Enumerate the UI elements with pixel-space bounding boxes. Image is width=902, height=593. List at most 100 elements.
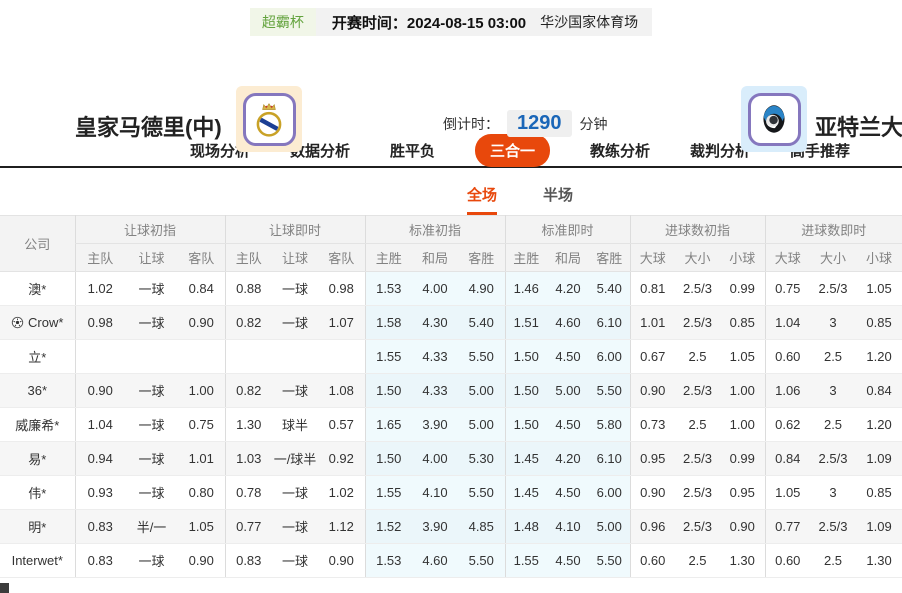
kickoff-time: 开赛时间：2024-08-15 03:00 bbox=[331, 14, 527, 32]
odds-cell-goals_live: 1.09 bbox=[856, 441, 902, 476]
table-row: 立* 1.55 4.33 5.50 1.50 4.50 6.00 0.67 2.5 1.05 0.6… bbox=[0, 339, 902, 374]
odds-cell-result_live: 1.50 bbox=[504, 407, 547, 442]
odds-cell-handicap_live: 一球 bbox=[272, 305, 318, 340]
odds-cell-goals_initial: 0.96 bbox=[629, 509, 675, 544]
away-team-logo bbox=[741, 86, 807, 152]
odds-cell-result_initial: 1.58 bbox=[364, 305, 412, 340]
odds-cell-handicap_initial: 一球 bbox=[125, 373, 178, 408]
odds-cell-result_initial: 4.00 bbox=[412, 441, 458, 476]
sub-header-handicap_live-1: 让球 bbox=[272, 243, 318, 272]
odds-cell-result_initial: 4.60 bbox=[412, 543, 458, 578]
period-tab-half-match[interactable]: 半场 bbox=[543, 168, 573, 215]
odds-cell-handicap_initial: 0.93 bbox=[74, 475, 125, 510]
odds-cell-goals_initial: 1.05 bbox=[720, 339, 766, 374]
sub-header-goals_live-0: 大球 bbox=[764, 243, 811, 272]
odds-cell-goals_live: 1.06 bbox=[764, 373, 811, 408]
odds-cell-handicap_live: 0.57 bbox=[318, 407, 365, 442]
odds-cell-handicap_initial bbox=[125, 339, 178, 374]
sub-header-handicap_live-2: 客队 bbox=[318, 243, 365, 272]
odds-cell-result_initial: 1.55 bbox=[364, 475, 412, 510]
odds-cell-handicap_live: 0.88 bbox=[224, 271, 272, 306]
group-header-goals_initial: 进球数初指 bbox=[629, 215, 766, 244]
odds-cell-goals_live: 0.85 bbox=[856, 305, 902, 340]
odds-cell-result_live: 5.00 bbox=[589, 509, 630, 544]
countdown-value: 1290 bbox=[507, 110, 572, 137]
table-row: 易* 0.94 一球 1.01 1.03 一/球半 0.92 1.50 4.00 5.30 1.45… bbox=[0, 441, 902, 476]
odds-cell-handicap_live: 0.77 bbox=[224, 509, 272, 544]
odds-cell-goals_initial: 0.81 bbox=[629, 271, 675, 306]
odds-cell-goals_live: 0.60 bbox=[764, 339, 811, 374]
odds-cell-result_initial: 5.50 bbox=[458, 339, 505, 374]
company-cell: Interwet* bbox=[0, 543, 75, 578]
sub-header-result_live-2: 客胜 bbox=[589, 243, 630, 272]
odds-cell-handicap_initial: 一球 bbox=[125, 305, 178, 340]
odds-cell-goals_live: 1.20 bbox=[856, 407, 902, 442]
match-info-bar-wrap: 超霸杯 开赛时间：2024-08-15 03:00 华沙国家体育场 bbox=[0, 8, 902, 36]
odds-cell-goals_initial: 1.30 bbox=[720, 543, 766, 578]
nav-tab-coach-analysis[interactable]: 教练分析 bbox=[590, 140, 650, 161]
odds-cell-handicap_initial: 半/一 bbox=[125, 509, 178, 544]
odds-cell-result_live: 4.60 bbox=[547, 305, 589, 340]
odds-cell-handicap_initial bbox=[74, 339, 125, 374]
odds-cell-result_initial: 1.65 bbox=[364, 407, 412, 442]
odds-cell-handicap_live: 1.30 bbox=[224, 407, 272, 442]
sub-header-handicap_initial-1: 让球 bbox=[125, 243, 178, 272]
sub-header-result_initial-1: 和局 bbox=[412, 243, 458, 272]
odds-cell-goals_initial: 0.90 bbox=[720, 509, 766, 544]
table-row: Crow* 0.98 一球 0.90 0.82 一球 1.07 1.58 4.30 5.40 1.5… bbox=[0, 305, 902, 340]
odds-cell-handicap_live: 球半 bbox=[272, 407, 318, 442]
odds-cell-goals_live: 3 bbox=[810, 305, 857, 340]
atalanta-crest-icon bbox=[763, 105, 785, 133]
odds-cell-result_initial: 5.40 bbox=[458, 305, 505, 340]
group-header-goals_live: 进球数即时 bbox=[764, 215, 902, 244]
odds-cell-handicap_live: 0.82 bbox=[224, 373, 272, 408]
sub-header-result_live-0: 主胜 bbox=[504, 243, 547, 272]
odds-cell-result_live: 4.50 bbox=[547, 407, 589, 442]
odds-cell-handicap_initial: 0.75 bbox=[178, 407, 225, 442]
group-header-handicap_live: 让球即时 bbox=[224, 215, 365, 244]
sub-header-handicap_live-0: 主队 bbox=[224, 243, 272, 272]
odds-cell-result_live: 1.45 bbox=[504, 441, 547, 476]
group-header-result_initial: 标准初指 bbox=[364, 215, 505, 244]
company-cell: Crow* bbox=[0, 305, 75, 340]
odds-cell-goals_initial: 0.95 bbox=[720, 475, 766, 510]
nav-tab-win-draw-loss[interactable]: 胜平负 bbox=[390, 140, 435, 161]
odds-cell-handicap_initial: 一球 bbox=[125, 271, 178, 306]
odds-cell-handicap_initial bbox=[178, 339, 225, 374]
odds-cell-goals_live: 0.75 bbox=[764, 271, 811, 306]
odds-table: 公司 让球初指 让球即时 标准初指 标准即时 进球数初指 进球数即时 主队 让球 客队 主队 让球 客队… bbox=[0, 215, 902, 578]
odds-cell-goals_live: 2.5 bbox=[810, 339, 857, 374]
countdown-label: 倒计时： bbox=[443, 115, 499, 132]
table-row: 澳* 1.02 一球 0.84 0.88 一球 0.98 1.53 4.00 4.90 1.46 4.… bbox=[0, 271, 902, 306]
odds-cell-result_live: 6.00 bbox=[589, 339, 630, 374]
odds-cell-handicap_live bbox=[272, 339, 318, 374]
table-row: 明* 0.83 半/一 1.05 0.77 一球 1.12 1.52 3.90 4.85 1.48 4… bbox=[0, 509, 902, 544]
odds-cell-goals_live: 3 bbox=[810, 475, 857, 510]
nav-tab-three-in-one[interactable]: 三合一 bbox=[474, 133, 550, 167]
odds-cell-result_initial: 4.85 bbox=[458, 509, 505, 544]
odds-cell-goals_live: 0.84 bbox=[764, 441, 811, 476]
odds-cell-handicap_initial: 0.90 bbox=[178, 305, 225, 340]
odds-cell-goals_initial: 2.5/3 bbox=[675, 373, 720, 408]
odds-cell-handicap_initial: 0.80 bbox=[178, 475, 225, 510]
odds-cell-goals_live: 3 bbox=[810, 373, 857, 408]
odds-cell-result_initial: 1.50 bbox=[364, 441, 412, 476]
odds-cell-result_initial: 1.53 bbox=[364, 543, 412, 578]
odds-cell-handicap_live: 一/球半 bbox=[272, 441, 318, 476]
odds-cell-handicap_live: 0.82 bbox=[224, 305, 272, 340]
odds-cell-result_initial: 5.50 bbox=[458, 475, 505, 510]
odds-cell-goals_initial: 2.5 bbox=[675, 407, 720, 442]
odds-cell-goals_live: 0.85 bbox=[856, 475, 902, 510]
odds-cell-handicap_initial: 一球 bbox=[125, 407, 178, 442]
period-tab-full-match[interactable]: 全场 bbox=[466, 168, 497, 215]
company-name: 澳* bbox=[28, 282, 47, 297]
odds-cell-handicap_live: 一球 bbox=[272, 373, 318, 408]
company-column-header: 公司 bbox=[0, 215, 75, 272]
odds-cell-result_live: 1.50 bbox=[504, 373, 547, 408]
odds-cell-result_live: 4.50 bbox=[547, 339, 589, 374]
odds-cell-goals_initial: 1.00 bbox=[720, 373, 766, 408]
odds-cell-goals_live: 1.20 bbox=[856, 339, 902, 374]
company-name: 易* bbox=[28, 452, 47, 467]
soccer-ball-icon bbox=[11, 316, 24, 329]
odds-cell-handicap_live: 一球 bbox=[272, 271, 318, 306]
